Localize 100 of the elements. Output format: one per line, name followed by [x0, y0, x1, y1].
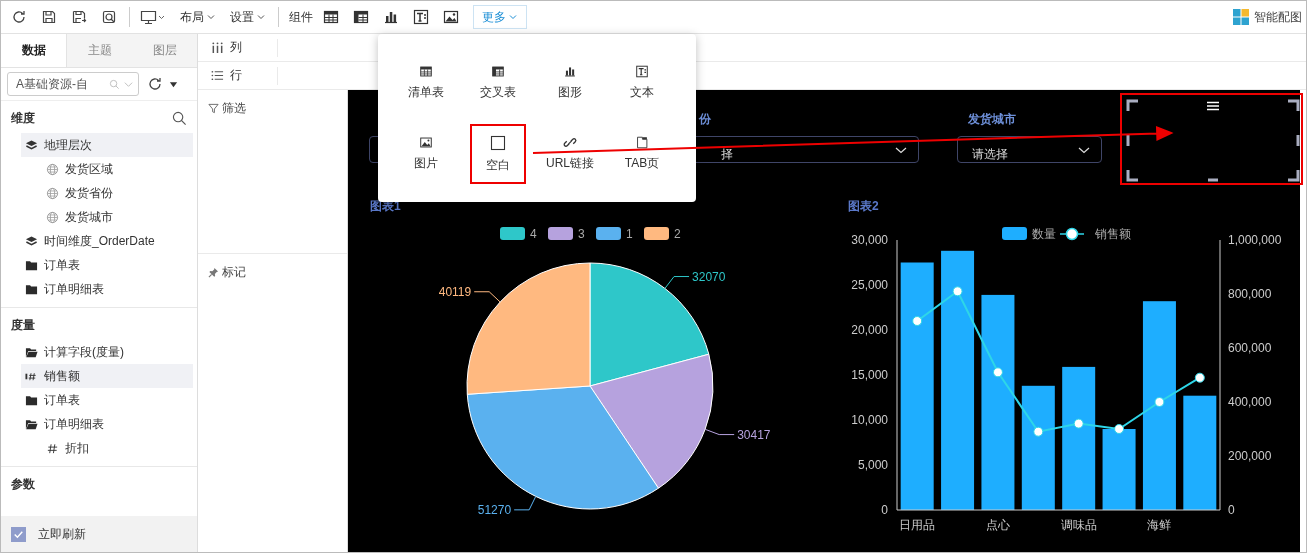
leader-line — [513, 495, 537, 511]
menu-button[interactable]: 布局 — [180, 8, 216, 26]
tree-item[interactable]: 销售额 — [21, 364, 193, 388]
axis-label: 30,000 — [851, 233, 888, 247]
image-icon[interactable] — [418, 136, 434, 149]
data-point[interactable] — [1114, 424, 1125, 434]
checkbox-label: 立即刷新 — [38, 525, 86, 543]
bar[interactable] — [1021, 385, 1055, 510]
leader-line — [664, 276, 690, 289]
legend-label: 3 — [578, 227, 585, 241]
menu-item[interactable]: 图片 — [394, 129, 458, 179]
bar-chart-icon[interactable] — [562, 65, 578, 78]
axis-label: 5,000 — [857, 458, 888, 472]
tree-item[interactable]: 地理层次 — [21, 133, 193, 157]
tree-item[interactable]: 订单表 — [1, 388, 193, 412]
legend-item[interactable]: 数量 — [1002, 227, 1056, 241]
filter-label: 发货城市 — [968, 111, 1016, 128]
menu-button[interactable]: 设置 — [230, 8, 266, 26]
cross-table-icon[interactable] — [490, 65, 506, 78]
tiles-icon — [1233, 9, 1249, 25]
layers-icon — [25, 138, 38, 152]
table-icon[interactable] — [418, 65, 434, 78]
bar[interactable] — [981, 294, 1015, 510]
smart-chart-button[interactable]: 智能配图 — [1233, 8, 1302, 26]
section-title: 度量 — [11, 316, 35, 334]
axis-label: 10,000 — [851, 413, 888, 427]
data-point[interactable] — [1194, 372, 1205, 383]
section-title: 维度 — [11, 109, 35, 127]
folder-icon — [25, 393, 38, 407]
table-icon[interactable] — [323, 9, 339, 25]
tree-item[interactable]: 订单明细表 — [1, 277, 193, 301]
save-as-icon[interactable] — [71, 9, 87, 25]
text-box-icon[interactable] — [413, 9, 429, 25]
folder-icon — [25, 282, 38, 296]
tree-item[interactable]: 发货区域 — [1, 157, 193, 181]
tree-item[interactable]: 折扣 — [1, 436, 193, 460]
blank-square-icon[interactable] — [490, 134, 506, 151]
layers-icon — [25, 234, 38, 248]
search-icon[interactable] — [172, 110, 187, 126]
text-box-icon[interactable] — [634, 65, 650, 78]
bar[interactable] — [1062, 366, 1096, 510]
menu-item[interactable]: 文本 — [610, 58, 674, 108]
leader-line — [704, 428, 735, 436]
menu-item[interactable]: 清单表 — [394, 58, 458, 108]
menu-item[interactable]: 空白 — [470, 124, 526, 184]
bar[interactable] — [941, 250, 975, 510]
menu-item[interactable]: TAB页 — [610, 129, 674, 179]
axis-label: 200,000 — [1228, 449, 1272, 463]
legend-item[interactable]: 销售额 — [1059, 227, 1131, 241]
axis-label: 20,000 — [851, 323, 888, 337]
data-label: 51270 — [477, 502, 512, 517]
pie-slice[interactable] — [589, 353, 714, 489]
chevron-icon — [256, 12, 266, 22]
checkbox[interactable] — [11, 526, 26, 542]
panel-tab[interactable]: 数据 — [1, 34, 67, 67]
tree-item[interactable]: 发货城市 — [1, 205, 193, 229]
shelf-title: 列 — [230, 39, 242, 56]
image-icon[interactable] — [443, 9, 459, 25]
tree-item[interactable]: 订单明细表 — [1, 412, 193, 436]
legend-label: 数量 — [1032, 227, 1056, 241]
link-icon[interactable] — [562, 136, 578, 149]
bar[interactable] — [1183, 395, 1217, 510]
more-button[interactable]: 更多 — [473, 5, 527, 29]
filter-icon — [208, 103, 219, 114]
tree-item[interactable]: 计算字段(度量) — [1, 340, 193, 364]
shelf-title: 标记 — [222, 264, 246, 281]
tab-page-icon[interactable] — [634, 136, 650, 149]
refresh-icon[interactable] — [11, 9, 27, 25]
globe-icon — [46, 210, 59, 224]
menu-item[interactable]: 图形 — [538, 58, 602, 108]
bar[interactable] — [900, 262, 934, 510]
globe-icon — [46, 186, 59, 200]
bar-chart-icon[interactable] — [383, 9, 399, 25]
legend-label: 1 — [626, 227, 633, 241]
dropdown-triangle-icon[interactable] — [169, 79, 178, 89]
tree-item[interactable]: 订单表 — [1, 253, 193, 277]
cross-table-icon[interactable] — [353, 9, 369, 25]
bar[interactable] — [1142, 301, 1176, 510]
tree-item[interactable]: 时间维度_OrderDate — [1, 229, 193, 253]
columns-icon — [211, 41, 224, 54]
folder-icon — [25, 258, 38, 272]
preview-icon[interactable] — [101, 9, 117, 25]
tree-item[interactable]: 发货省份 — [1, 181, 193, 205]
axis-label: 400,000 — [1228, 395, 1272, 409]
open-folder-icon — [25, 417, 38, 431]
data-label: 40119 — [438, 284, 472, 299]
menu-item[interactable]: URL链接 — [538, 129, 602, 179]
panel-tab[interactable]: 主题 — [67, 34, 132, 67]
axis-label: 600,000 — [1228, 341, 1272, 355]
refresh-icon[interactable] — [147, 76, 163, 92]
menu-item[interactable]: 交叉表 — [466, 58, 530, 108]
toolbar-label: 组件 — [289, 8, 313, 26]
drag-handle-icon[interactable] — [1207, 101, 1219, 111]
bar[interactable] — [1102, 429, 1136, 510]
axis-label: 800,000 — [1228, 287, 1272, 301]
datasource-select[interactable]: A基础资源-自 — [7, 72, 139, 96]
pin-icon — [208, 267, 219, 278]
axis-label: 海鲜 — [1147, 518, 1172, 532]
save-icon[interactable] — [41, 9, 57, 25]
monitor-icon[interactable] — [140, 9, 166, 25]
